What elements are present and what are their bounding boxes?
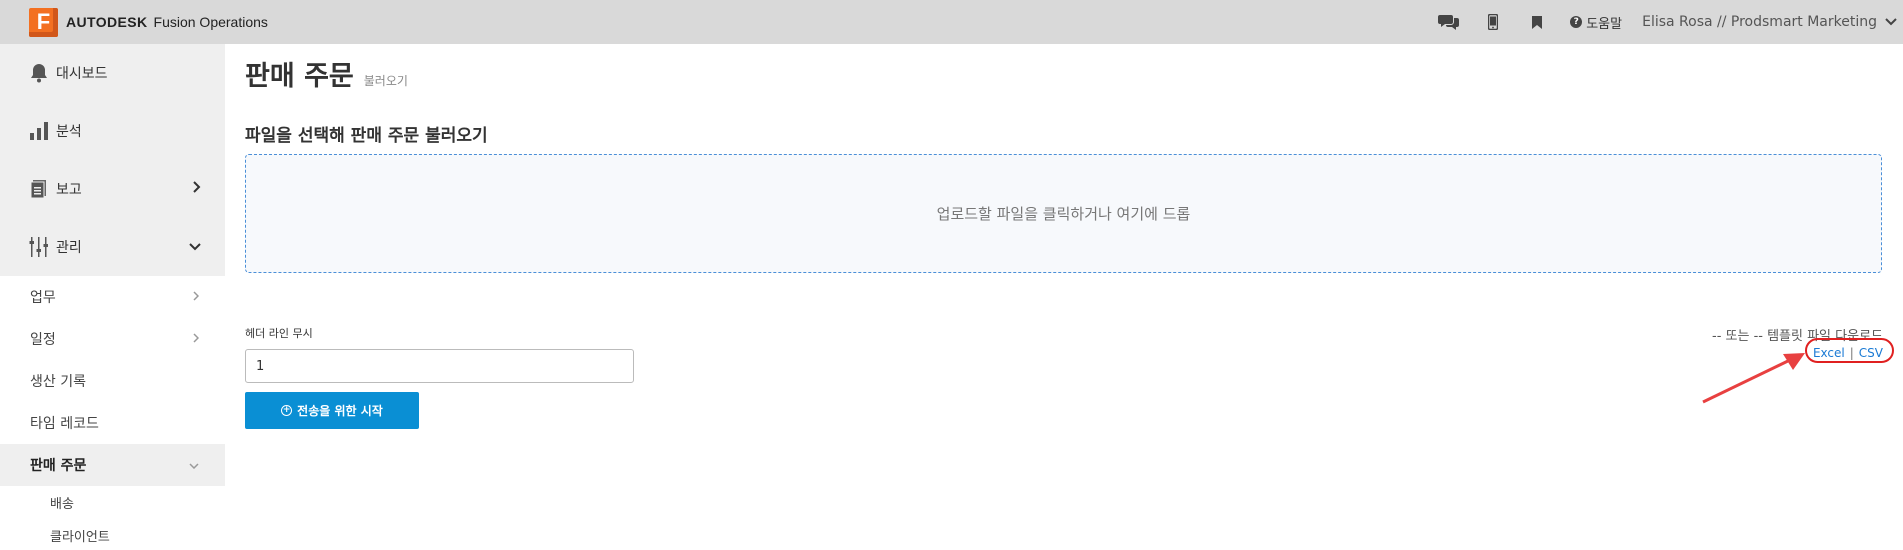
help-icon: ?: [1570, 16, 1583, 28]
sidebar-item-label: 보고: [56, 182, 82, 198]
sidebar: 대시보드 분석 보고 관리 업무 일정 생산 기록 타임 레코드 판매 주문 배…: [0, 44, 225, 550]
sidebar-item-label: 타임 레코드: [30, 416, 99, 432]
sliders-icon: [28, 236, 50, 258]
top-right-controls: ? 도움말 Elisa Rosa // Prodsmart Marketing: [1438, 0, 1903, 44]
chevron-right-icon: [193, 289, 200, 305]
help-link[interactable]: ? 도움말: [1570, 13, 1622, 32]
top-bar: F AUTODESK Fusion Operations ? 도움말 Elisa…: [0, 0, 1903, 44]
sidebar-item-label: 일정: [30, 332, 56, 348]
sidebar-item-tasks[interactable]: 업무: [0, 276, 225, 318]
main-content: 판매 주문 불러오기 파일을 선택해 판매 주문 불러오기 업로드할 파일을 클…: [225, 44, 1903, 550]
sidebar-item-management[interactable]: 관리: [0, 218, 225, 276]
sidebar-item-sales-order[interactable]: 판매 주문: [0, 444, 225, 486]
header-lines-input[interactable]: [245, 349, 634, 383]
sidebar-item-label: 관리: [56, 240, 82, 256]
page-title-text: 판매 주문: [245, 61, 354, 92]
sidebar-item-label: 판매 주문: [30, 458, 87, 474]
chevron-down-icon: [189, 457, 199, 473]
annotation-arrow-icon: [1702, 353, 1805, 404]
page-subtitle: 불러오기: [363, 74, 408, 88]
user-label: Elisa Rosa // Prodsmart Marketing: [1642, 14, 1877, 30]
chevron-down-icon: [189, 239, 201, 255]
sidebar-item-dashboard[interactable]: 대시보드: [0, 44, 225, 102]
sidebar-item-analysis[interactable]: 분석: [0, 102, 225, 160]
sidebar-item-shipping[interactable]: 배송: [0, 486, 225, 519]
sidebar-item-label: 업무: [30, 290, 56, 306]
chevron-right-icon: [193, 181, 201, 197]
sidebar-item-label: 분석: [56, 124, 82, 140]
brand-name: AUTODESK: [66, 14, 148, 30]
sidebar-item-label: 클라이언트: [50, 530, 110, 545]
bookmark-icon[interactable]: [1526, 11, 1548, 33]
plus-circle-icon: +: [281, 405, 293, 416]
bar-chart-icon: [28, 120, 50, 142]
page-title: 판매 주문 불러오기: [245, 54, 408, 93]
user-menu[interactable]: Elisa Rosa // Prodsmart Marketing: [1642, 14, 1897, 30]
sidebar-item-label: 배송: [50, 497, 74, 512]
start-import-label: 전송을 위한 시작: [297, 404, 383, 418]
sidebar-item-production-log[interactable]: 생산 기록: [0, 360, 225, 402]
fusion-logo-icon: F: [29, 7, 58, 37]
sidebar-item-schedule[interactable]: 일정: [0, 318, 225, 360]
section-title: 파일을 선택해 판매 주문 불러오기: [245, 126, 488, 146]
chevron-down-icon: [1885, 14, 1897, 30]
sidebar-item-client[interactable]: 클라이언트: [0, 519, 225, 550]
file-dropzone[interactable]: 업로드할 파일을 클릭하거나 여기에 드롭: [245, 154, 1882, 273]
chevron-right-icon: [193, 331, 200, 347]
sidebar-item-label: 대시보드: [56, 66, 108, 82]
header-lines-label: 헤더 라인 무시: [245, 327, 313, 340]
chat-icon[interactable]: [1438, 11, 1460, 33]
sidebar-item-reports[interactable]: 보고: [0, 160, 225, 218]
start-import-button[interactable]: + 전송을 위한 시작: [245, 392, 419, 429]
help-label: 도움말: [1586, 16, 1623, 32]
app-logo[interactable]: F AUTODESK Fusion Operations: [29, 0, 268, 44]
annotation-highlight-circle: [1805, 338, 1894, 363]
mobile-icon[interactable]: [1482, 11, 1504, 33]
product-name: Fusion Operations: [153, 14, 268, 30]
sidebar-item-label: 생산 기록: [30, 374, 86, 390]
bell-icon: [28, 62, 50, 84]
document-icon: [28, 178, 50, 200]
dropzone-text: 업로드할 파일을 클릭하거나 여기에 드롭: [936, 205, 1191, 223]
sidebar-item-time-record[interactable]: 타임 레코드: [0, 402, 225, 444]
